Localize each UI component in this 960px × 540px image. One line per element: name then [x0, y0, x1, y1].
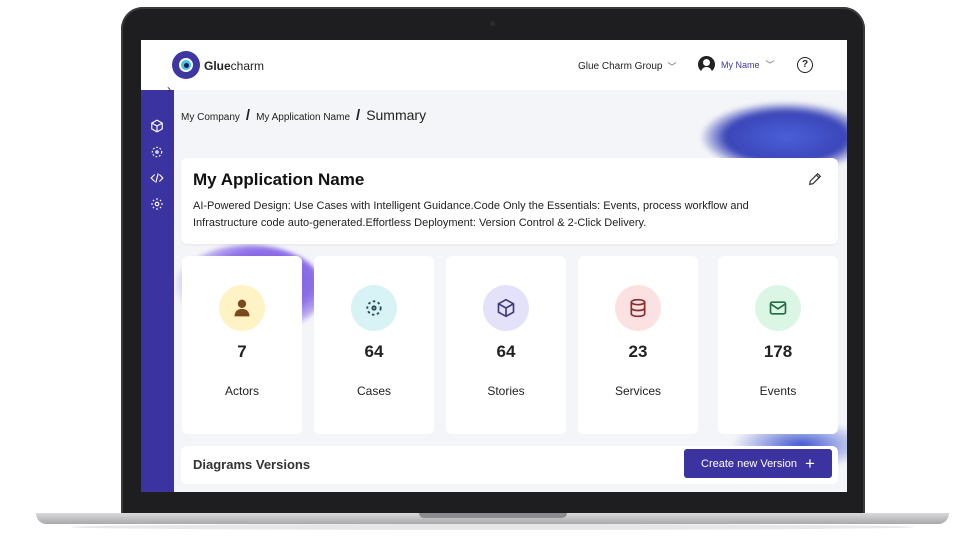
brand-name[interactable]: Gluecharm: [204, 59, 264, 73]
stat-value: 64: [364, 342, 384, 361]
breadcrumb-separator: /: [356, 107, 361, 124]
stat-label: Actors: [224, 384, 259, 398]
cube-icon: [483, 285, 529, 331]
application-card: My Application Name AI-Powered Design: U…: [181, 158, 838, 244]
stat-label: Events: [759, 384, 797, 398]
stat-card-stories[interactable]: 64 Stories: [446, 256, 566, 434]
laptop-notch: [419, 513, 567, 518]
mail-icon: [755, 285, 801, 331]
user-menu[interactable]: My Name ﹀: [698, 56, 775, 73]
plus-icon: +: [805, 454, 815, 473]
diagrams-versions-panel: Diagrams Versions Create new Version +: [181, 446, 838, 484]
pencil-icon[interactable]: [807, 171, 823, 187]
breadcrumb-current: Summary: [366, 107, 427, 123]
user-name: My Name: [721, 59, 760, 70]
stat-value: 23: [628, 342, 648, 361]
sidebar: [141, 90, 174, 492]
diagrams-versions-title: Diagrams Versions: [193, 457, 311, 472]
stat-label: Stories: [487, 384, 525, 398]
stat-card-cases[interactable]: 64 Cases: [314, 256, 434, 434]
user-avatar-icon: [698, 56, 715, 73]
stat-label: Services: [614, 384, 661, 398]
stat-card-events[interactable]: 178 Events: [718, 256, 838, 434]
stat-card-services[interactable]: 23 Services: [578, 256, 698, 434]
top-bar: Gluecharm Glue Charm Group ﹀ My Name ﹀ ?: [141, 40, 847, 90]
use-case-icon[interactable]: [149, 144, 165, 160]
stat-value: 64: [496, 342, 516, 361]
stat-card-actors[interactable]: 7 Actors: [182, 256, 302, 434]
use-case-icon: [351, 285, 397, 331]
sidebar-expand-icon[interactable]: ›: [167, 82, 171, 96]
org-selector[interactable]: Glue Charm Group ﹀: [578, 60, 677, 73]
help-icon[interactable]: ?: [797, 57, 813, 73]
chevron-down-icon: ﹀: [667, 62, 677, 72]
stat-label: Cases: [356, 384, 391, 398]
breadcrumb-item-company[interactable]: My Company: [181, 112, 240, 123]
breadcrumb: My Company / My Application Name / Summa…: [181, 107, 426, 124]
breadcrumb-item-application[interactable]: My Application Name: [256, 112, 350, 123]
camera: [490, 21, 495, 26]
stat-value: 178: [763, 342, 793, 361]
laptop-shadow: [70, 524, 915, 530]
application-title: My Application Name: [193, 170, 365, 189]
chevron-down-icon: ﹀: [765, 60, 775, 70]
app-screen: Gluecharm Glue Charm Group ﹀ My Name ﹀ ?…: [141, 40, 847, 492]
logo-icon[interactable]: [172, 51, 200, 79]
stat-value: 7: [237, 342, 247, 361]
cube-icon[interactable]: [149, 118, 165, 134]
application-description: AI-Powered Design: Use Cases with Intell…: [193, 200, 749, 229]
gear-icon[interactable]: [149, 196, 165, 212]
create-version-label: Create new Version: [701, 457, 798, 470]
person-icon: [219, 285, 265, 331]
database-icon: [615, 285, 661, 331]
code-icon[interactable]: [149, 170, 165, 186]
create-version-button[interactable]: Create new Version +: [684, 449, 832, 478]
org-name: Glue Charm Group: [578, 61, 663, 72]
breadcrumb-separator: /: [245, 107, 251, 124]
